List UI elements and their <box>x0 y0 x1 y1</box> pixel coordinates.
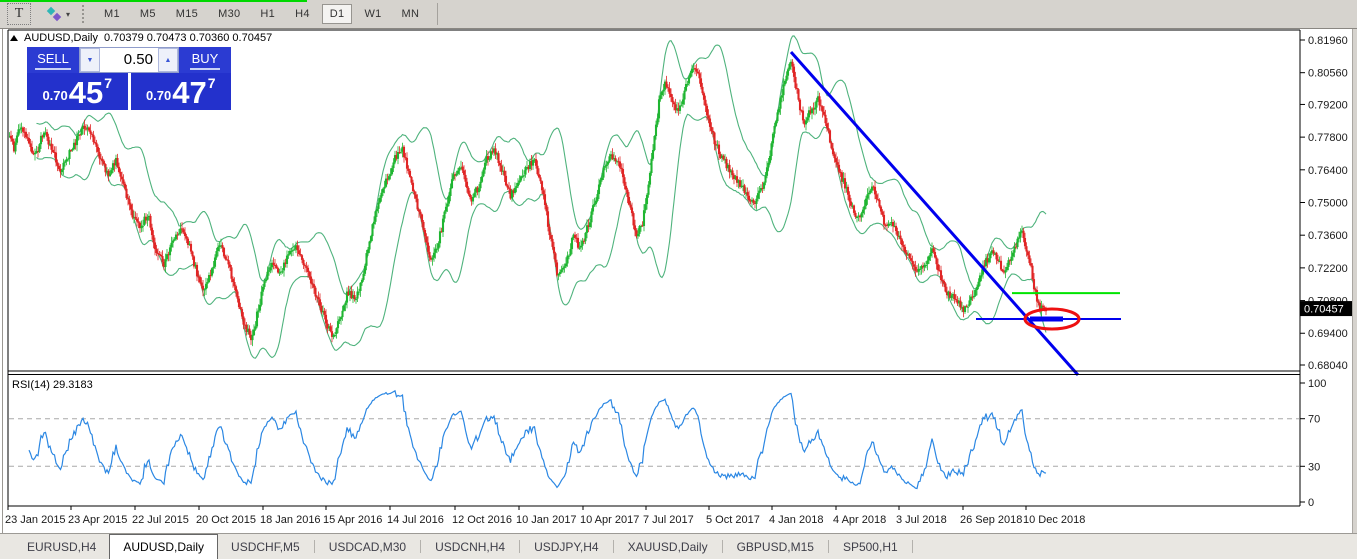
rsi-tick-label: 30 <box>1308 461 1320 473</box>
price-tick-label: 0.75000 <box>1308 198 1348 210</box>
tab-divider <box>613 540 614 553</box>
price-tick-label: 0.77800 <box>1308 132 1348 144</box>
rsi-indicator-label: RSI(14) 29.3183 <box>12 379 93 391</box>
tab-divider <box>420 540 421 553</box>
buy-button-label: BUY <box>190 50 221 70</box>
sell-price-small: 0.70 <box>42 88 67 103</box>
sell-price-block[interactable]: 0.70 45 7 <box>27 73 128 110</box>
timeframe-group: M1M5M15M30H1H4D1W1MN <box>94 4 429 24</box>
sell-button[interactable]: SELL <box>27 47 79 73</box>
rsi-tick-label: 100 <box>1308 378 1326 390</box>
date-tick-label: 23 Jan 2015 <box>5 514 66 526</box>
price-tick-label: 0.80560 <box>1308 68 1348 80</box>
date-tick-label: 22 Jul 2015 <box>132 514 189 526</box>
date-tick-label: 4 Jan 2018 <box>769 514 823 526</box>
price-tick-label: 0.81960 <box>1308 35 1348 47</box>
indicator-arrows-icon[interactable]: ▾ <box>45 6 70 22</box>
tab-divider <box>722 540 723 553</box>
current-price-label: 0.70457 <box>1304 304 1344 316</box>
tab-xauusd[interactable]: XAUUSD,Daily <box>615 534 721 559</box>
chart-title-ohlc: 0.70379 0.70473 0.70360 0.70457 <box>104 32 272 44</box>
timeframe-button-d1[interactable]: D1 <box>322 4 353 24</box>
rsi-tick-label: 70 <box>1308 414 1320 426</box>
date-tick-label: 5 Oct 2017 <box>706 514 760 526</box>
rsi-tick-label: 0 <box>1308 497 1314 509</box>
buy-price-small: 0.70 <box>146 88 171 103</box>
one-click-trading-panel: SELL ▼ 0.50 ▲ BUY 0.70 45 7 0.70 47 7 <box>27 47 231 110</box>
collapse-panel-icon[interactable] <box>10 35 18 41</box>
timeframe-button-h4[interactable]: H4 <box>287 4 318 24</box>
timeframe-button-h1[interactable]: H1 <box>252 4 283 24</box>
tab-usdjpy[interactable]: USDJPY,H4 <box>521 534 611 559</box>
timeframe-button-m30[interactable]: M30 <box>210 4 248 24</box>
date-tick-label: 10 Dec 2018 <box>1023 514 1085 526</box>
timeframe-button-m15[interactable]: M15 <box>168 4 206 24</box>
price-tick-label: 0.72200 <box>1308 263 1348 275</box>
buy-button[interactable]: BUY <box>179 47 231 73</box>
tab-audusd[interactable]: AUDUSD,Daily <box>109 534 218 559</box>
chevron-down-icon: ▾ <box>66 10 70 19</box>
sell-price-sup: 7 <box>104 75 112 91</box>
text-tool-button[interactable]: T <box>7 3 31 25</box>
price-tick-label: 0.73600 <box>1308 230 1348 242</box>
tab-eurusd[interactable]: EURUSD,H4 <box>14 534 109 559</box>
volume-increase-button[interactable]: ▲ <box>158 48 178 72</box>
date-tick-label: 10 Jan 2017 <box>516 514 577 526</box>
chart-title-symbol: AUDUSD,Daily <box>24 32 98 44</box>
chart-tab-bar: EURUSD,H4AUDUSD,DailyUSDCHF,M5USDCAD,M30… <box>0 533 1357 559</box>
date-tick-label: 26 Sep 2018 <box>960 514 1022 526</box>
top-toolbar: T ▾ M1M5M15M30H1H4D1W1MN <box>0 0 1357 29</box>
date-tick-label: 4 Apr 2018 <box>833 514 886 526</box>
date-tick-label: 12 Oct 2016 <box>452 514 512 526</box>
date-tick-label: 14 Jul 2016 <box>387 514 444 526</box>
progress-line <box>0 0 307 2</box>
sell-button-label: SELL <box>35 50 71 70</box>
price-tick-label: 0.76400 <box>1308 165 1348 177</box>
tab-divider <box>314 540 315 553</box>
volume-input[interactable]: 0.50 <box>100 48 158 72</box>
timeframe-button-m1[interactable]: M1 <box>96 4 128 24</box>
tab-usdcnh[interactable]: USDCNH,H4 <box>422 534 518 559</box>
price-tick-label: 0.69400 <box>1308 328 1348 340</box>
date-tick-label: 15 Apr 2016 <box>323 514 382 526</box>
toolbar-drag-handle[interactable] <box>82 5 84 23</box>
tab-divider <box>828 540 829 553</box>
price-tick-label: 0.68040 <box>1308 360 1348 372</box>
buy-price-sup: 7 <box>208 75 216 91</box>
buy-price-block[interactable]: 0.70 47 7 <box>131 73 232 110</box>
tab-usdcad[interactable]: USDCAD,M30 <box>316 534 419 559</box>
date-tick-label: 23 Apr 2015 <box>68 514 127 526</box>
timeframe-button-mn[interactable]: MN <box>394 4 428 24</box>
tab-sp500[interactable]: SP500,H1 <box>830 534 911 559</box>
date-tick-label: 20 Oct 2015 <box>196 514 256 526</box>
timeframe-button-m5[interactable]: M5 <box>132 4 164 24</box>
chart-title: AUDUSD,Daily 0.70379 0.70473 0.70360 0.7… <box>10 32 272 44</box>
tab-gbpusd[interactable]: GBPUSD,M15 <box>724 534 827 559</box>
volume-stepper: ▼ 0.50 ▲ <box>79 47 179 73</box>
date-tick-label: 18 Jan 2016 <box>260 514 321 526</box>
window-edge-strip <box>1352 28 1357 533</box>
buy-price-big: 47 <box>172 78 206 107</box>
timeframe-button-w1[interactable]: W1 <box>356 4 389 24</box>
tab-divider <box>912 540 913 553</box>
sell-price-big: 45 <box>69 78 103 107</box>
tab-usdchf[interactable]: USDCHF,M5 <box>218 534 313 559</box>
tab-divider <box>519 540 520 553</box>
price-tick-label: 0.79200 <box>1308 99 1348 111</box>
date-tick-label: 7 Jul 2017 <box>643 514 694 526</box>
date-tick-label: 10 Apr 2017 <box>580 514 639 526</box>
volume-decrease-button[interactable]: ▼ <box>80 48 100 72</box>
toolbar-separator <box>437 3 438 25</box>
date-tick-label: 3 Jul 2018 <box>896 514 947 526</box>
